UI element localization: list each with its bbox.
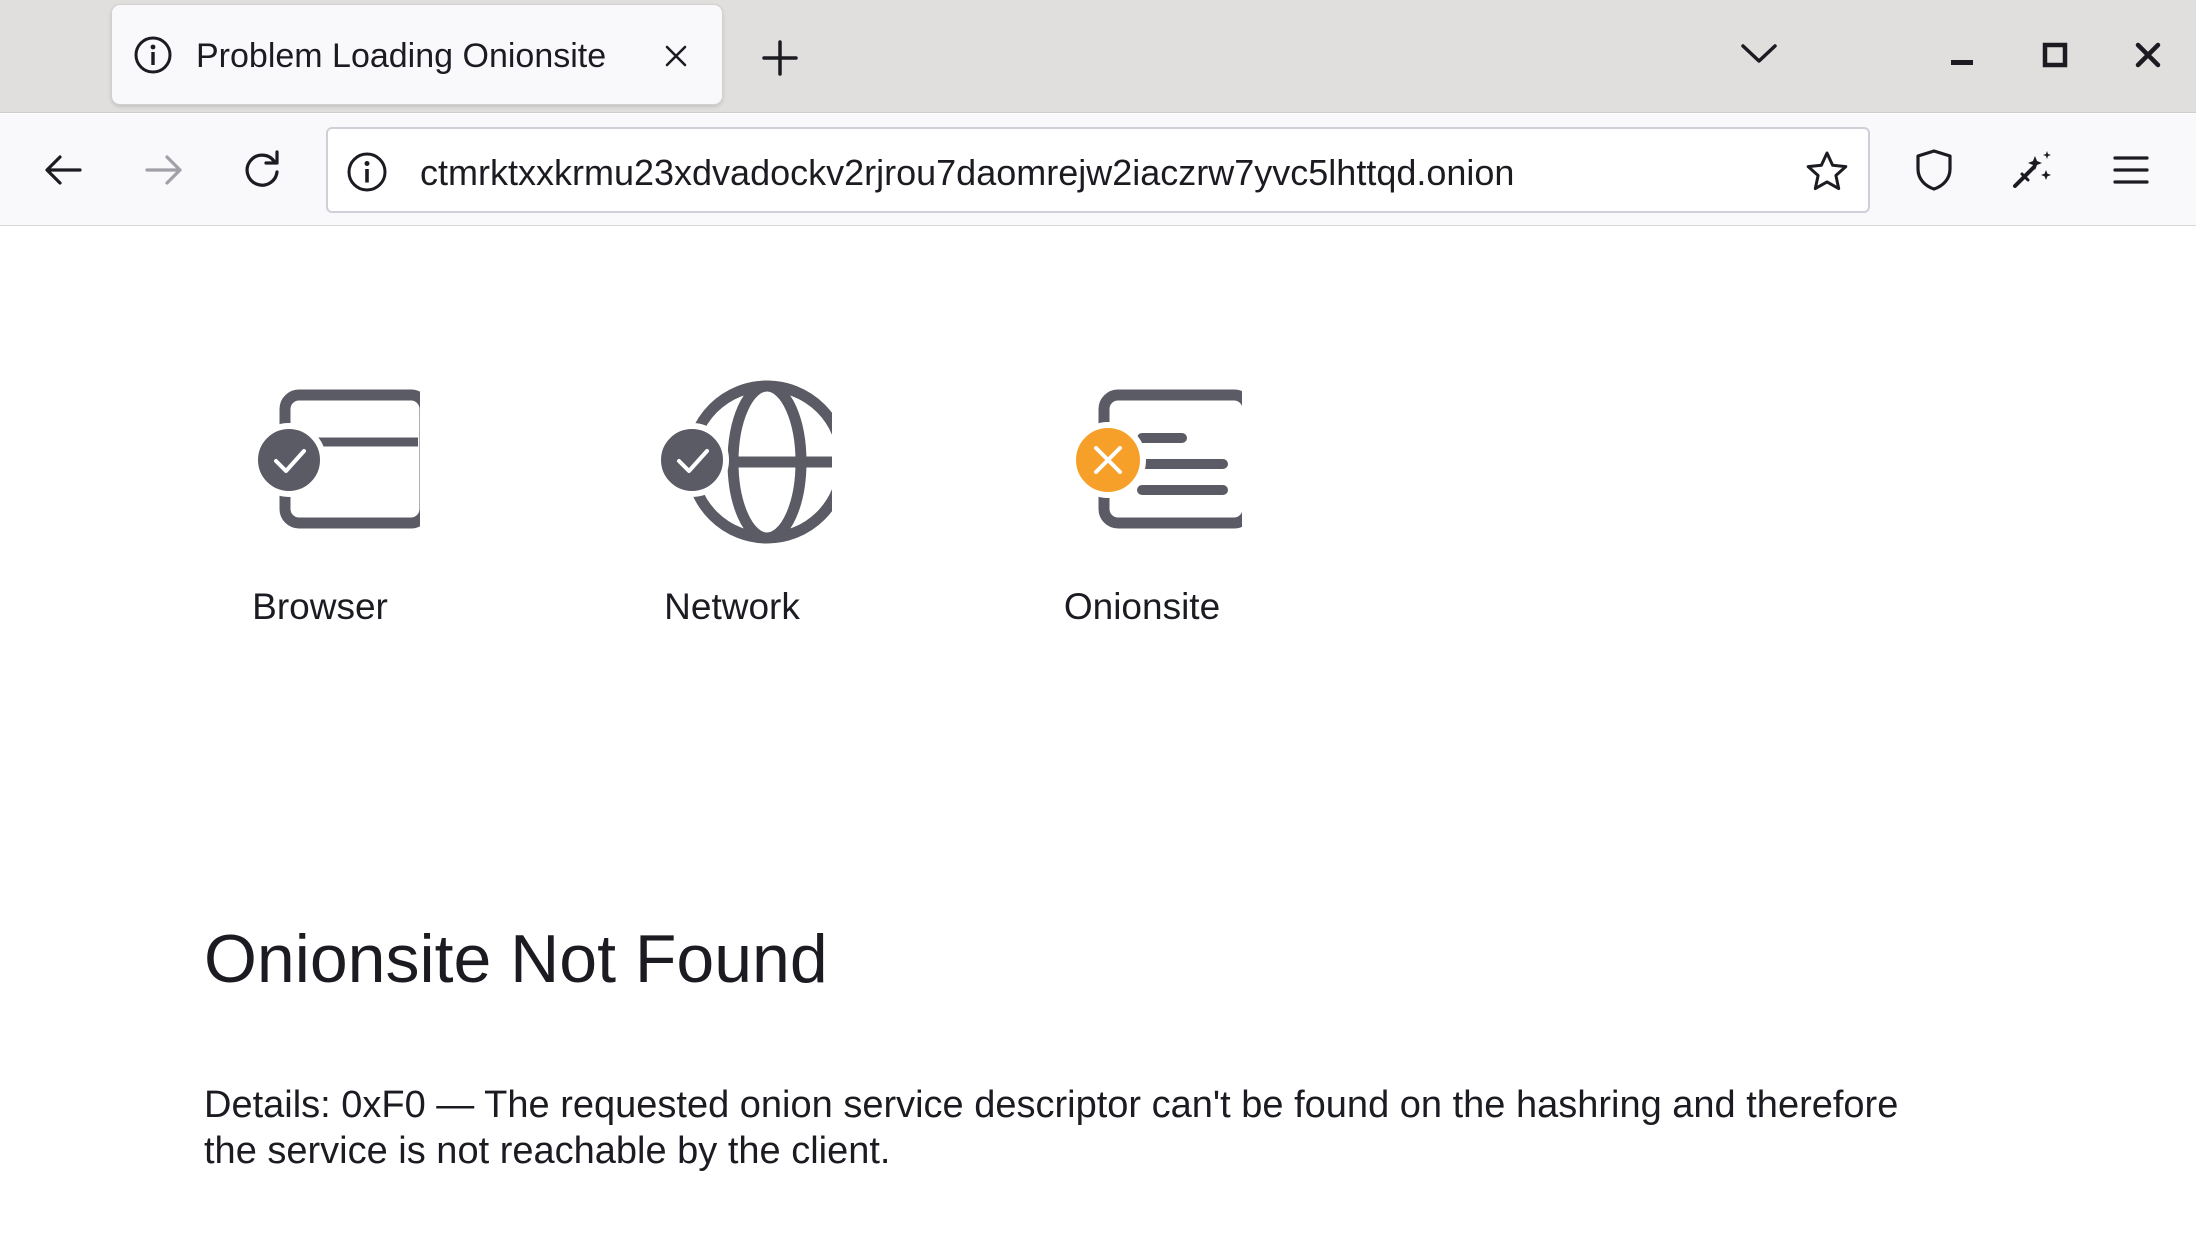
browser-window-icon	[252, 389, 420, 529]
magic-wand-icon[interactable]	[2008, 146, 2056, 194]
tab-title: Problem Loading Onionsite	[196, 37, 607, 75]
site-info-icon[interactable]	[346, 151, 388, 193]
hamburger-menu-icon[interactable]	[2107, 146, 2155, 194]
bookmark-star-icon[interactable]	[1803, 148, 1851, 196]
shield-icon[interactable]	[1910, 146, 1958, 194]
status-item-browser: Browser	[185, 380, 455, 628]
new-tab-plus-icon[interactable]	[756, 34, 804, 82]
check-badge-icon	[252, 423, 326, 497]
back-arrow-icon[interactable]	[38, 144, 90, 196]
status-label-browser: Browser	[252, 586, 388, 627]
status-item-onionsite: Onionsite	[1007, 380, 1277, 628]
close-tab-icon[interactable]	[656, 36, 696, 76]
minimize-icon[interactable]	[1942, 35, 1982, 75]
status-label-network: Network	[664, 586, 800, 627]
chevron-down-icon[interactable]	[1735, 34, 1783, 74]
maximize-icon[interactable]	[2035, 35, 2075, 75]
tab-strip: Problem Loading Onionsite	[0, 0, 2196, 113]
url-bar[interactable]: ctmrktxxkrmu23xdvadockv2rjrou7daomrejw2i…	[326, 127, 1870, 213]
page-title: Onionsite Not Found	[204, 921, 828, 997]
check-badge-icon	[655, 423, 729, 497]
url-text[interactable]: ctmrktxxkrmu23xdvadockv2rjrou7daomrejw2i…	[420, 152, 1514, 194]
status-label-onionsite: Onionsite	[1063, 586, 1221, 627]
onionsite-document-icon	[1070, 389, 1242, 529]
status-item-network: Network	[597, 380, 867, 628]
forward-arrow-icon[interactable]	[137, 144, 189, 196]
error-details: Details: 0xF0 — The requested onion serv…	[204, 1084, 1899, 1172]
close-window-icon[interactable]	[2128, 35, 2168, 75]
reload-icon[interactable]	[236, 144, 288, 196]
navigation-toolbar: ctmrktxxkrmu23xdvadockv2rjrou7daomrejw2i…	[0, 114, 2196, 226]
tab-active[interactable]: Problem Loading Onionsite	[112, 5, 722, 104]
info-icon	[134, 36, 172, 74]
globe-icon	[655, 380, 832, 544]
